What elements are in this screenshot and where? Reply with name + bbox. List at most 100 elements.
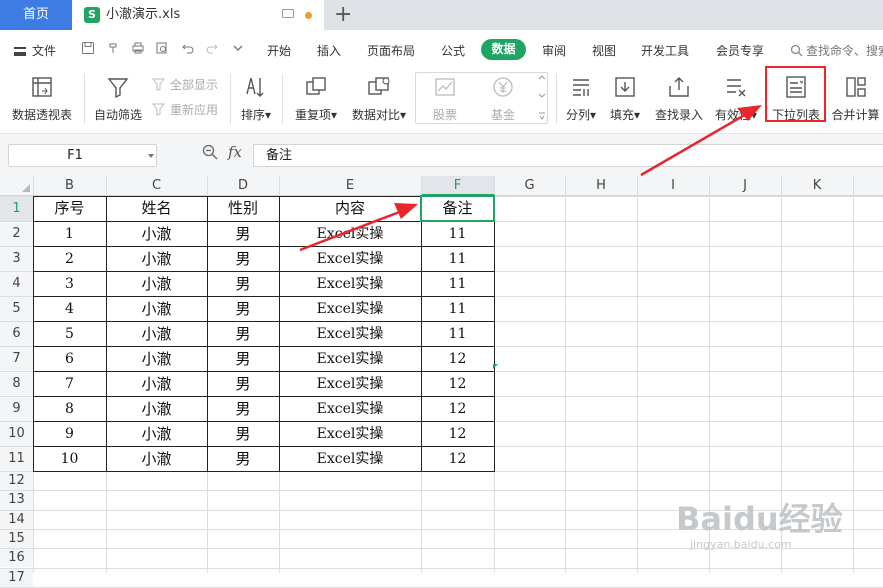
cell-header[interactable]: 性别 xyxy=(207,196,279,221)
table-cell[interactable]: 男 xyxy=(207,371,279,396)
table-cell[interactable]: 小澈 xyxy=(106,271,207,296)
row-header[interactable]: 10 xyxy=(0,421,33,446)
table-cell[interactable]: 男 xyxy=(207,321,279,346)
table-cell[interactable]: 5 xyxy=(33,321,106,346)
table-cell[interactable]: 2 xyxy=(33,246,106,271)
row-header[interactable]: 17 xyxy=(0,567,33,587)
table-cell[interactable]: 1 xyxy=(33,221,106,246)
column-header-i[interactable]: I xyxy=(637,176,709,196)
cell-header[interactable]: 序号 xyxy=(33,196,106,221)
table-cell[interactable]: 男 xyxy=(207,221,279,246)
table-cell[interactable]: 11 xyxy=(421,296,494,321)
insert-function-icon[interactable]: fx xyxy=(228,143,242,161)
row-header[interactable]: 7 xyxy=(0,346,33,371)
tab-insert[interactable]: 插入 xyxy=(317,42,341,59)
row-header[interactable]: 6 xyxy=(0,321,33,346)
row-header[interactable]: 1 xyxy=(0,196,33,221)
quick-access-chevron-icon[interactable] xyxy=(231,41,245,55)
validity-button[interactable]: 有效性▾ xyxy=(712,72,760,128)
tab-page-layout[interactable]: 页面布局 xyxy=(367,42,415,59)
table-cell[interactable]: 10 xyxy=(33,446,106,471)
row-header[interactable]: 16 xyxy=(0,548,33,568)
row-header[interactable]: 12 xyxy=(0,471,33,491)
cell-header[interactable]: 内容 xyxy=(279,196,421,221)
tab-home[interactable]: 首页 xyxy=(0,0,72,30)
lookup-entry-button[interactable]: 查找录入 xyxy=(652,72,706,128)
table-cell[interactable]: 11 xyxy=(421,246,494,271)
row-header[interactable]: 2 xyxy=(0,221,33,246)
table-cell[interactable]: 男 xyxy=(207,246,279,271)
autofilter-button[interactable]: 自动筛选 xyxy=(90,72,146,128)
tab-member[interactable]: 会员专享 xyxy=(716,42,764,59)
table-cell[interactable]: Excel实操 xyxy=(279,371,421,396)
table-cell[interactable]: Excel实操 xyxy=(279,321,421,346)
column-header-h[interactable]: H xyxy=(565,176,637,196)
show-all-button[interactable]: 全部显示 xyxy=(151,76,218,93)
name-box[interactable]: F1 xyxy=(8,144,157,167)
column-header-d[interactable]: D xyxy=(207,176,279,196)
table-cell[interactable]: 男 xyxy=(207,346,279,371)
file-menu[interactable]: 文件 xyxy=(14,42,56,59)
command-search[interactable]: 查找命令、搜索 xyxy=(790,42,883,59)
table-cell[interactable]: 8 xyxy=(33,396,106,421)
row-header[interactable]: 8 xyxy=(0,371,33,396)
table-cell[interactable]: 12 xyxy=(421,371,494,396)
data-compare-button[interactable]: 数据对比▾ xyxy=(348,72,410,128)
column-header-b[interactable]: B xyxy=(33,176,106,196)
table-cell[interactable]: 3 xyxy=(33,271,106,296)
save-icon[interactable] xyxy=(81,41,95,55)
reapply-button[interactable]: 重新应用 xyxy=(151,101,218,118)
tab-data[interactable]: 数据 xyxy=(481,39,526,60)
table-cell[interactable]: 男 xyxy=(207,271,279,296)
column-header-g[interactable]: G xyxy=(494,176,565,196)
table-cell[interactable]: 7 xyxy=(33,371,106,396)
pivot-table-button[interactable]: 数据透视表 xyxy=(8,72,76,128)
fill-button[interactable]: 填充▾ xyxy=(605,72,645,128)
consolidate-button[interactable]: 合并计算 xyxy=(828,72,883,128)
column-header-j[interactable]: J xyxy=(709,176,781,196)
table-cell[interactable]: 12 xyxy=(421,346,494,371)
stock-button[interactable]: 股票 xyxy=(420,72,470,128)
table-cell[interactable]: 小澈 xyxy=(106,246,207,271)
sort-button[interactable]: 排序▾ xyxy=(236,72,276,128)
formula-input[interactable]: 备注 xyxy=(253,144,883,167)
tab-review[interactable]: 审阅 xyxy=(542,42,566,59)
table-cell[interactable]: 11 xyxy=(421,271,494,296)
print-icon[interactable] xyxy=(131,41,145,55)
redo-icon[interactable] xyxy=(205,41,219,55)
row-header[interactable]: 15 xyxy=(0,528,33,549)
table-cell[interactable]: Excel实操 xyxy=(279,421,421,446)
table-cell[interactable]: 小澈 xyxy=(106,221,207,246)
table-cell[interactable]: 小澈 xyxy=(106,296,207,321)
table-cell[interactable]: Excel实操 xyxy=(279,221,421,246)
table-cell[interactable]: Excel实操 xyxy=(279,246,421,271)
row-header[interactable]: 3 xyxy=(0,246,33,271)
table-cell[interactable]: 小澈 xyxy=(106,396,207,421)
row-header[interactable]: 9 xyxy=(0,396,33,421)
split-column-button[interactable]: 分列▾ xyxy=(561,72,601,128)
tab-file[interactable]: S 小澈演示.xls xyxy=(72,0,324,30)
table-cell[interactable]: 9 xyxy=(33,421,106,446)
table-cell[interactable]: 12 xyxy=(421,396,494,421)
column-header-f[interactable]: F xyxy=(421,176,494,196)
table-cell[interactable]: 小澈 xyxy=(106,346,207,371)
zoom-icon[interactable] xyxy=(202,144,218,160)
row-header[interactable]: 13 xyxy=(0,490,33,510)
cell-header[interactable]: 姓名 xyxy=(106,196,207,221)
table-cell[interactable]: 男 xyxy=(207,421,279,446)
tab-view[interactable]: 视图 xyxy=(592,42,616,59)
monitor-icon[interactable] xyxy=(282,9,294,18)
table-cell[interactable]: 小澈 xyxy=(106,421,207,446)
name-box-dropdown-icon[interactable] xyxy=(148,154,154,158)
table-cell[interactable]: Excel实操 xyxy=(279,446,421,471)
duplicates-button[interactable]: 重复项▾ xyxy=(290,72,342,128)
table-cell[interactable]: 11 xyxy=(421,321,494,346)
row-header[interactable]: 5 xyxy=(0,296,33,321)
table-cell[interactable]: 小澈 xyxy=(106,446,207,471)
table-cell[interactable]: Excel实操 xyxy=(279,271,421,296)
format-painter-icon[interactable] xyxy=(107,41,121,55)
row-header[interactable]: 14 xyxy=(0,509,33,529)
select-all-corner[interactable] xyxy=(0,176,33,196)
table-cell[interactable]: Excel实操 xyxy=(279,346,421,371)
table-cell[interactable]: 男 xyxy=(207,446,279,471)
